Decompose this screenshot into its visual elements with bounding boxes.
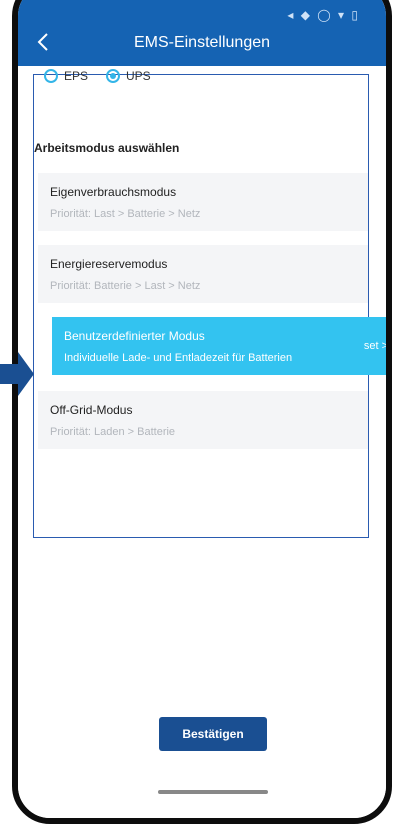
- section-heading: Arbeitsmodus auswählen: [34, 141, 180, 155]
- radio-eps[interactable]: EPS: [44, 69, 88, 83]
- mode-name: Off-Grid-Modus: [50, 403, 133, 417]
- eps-ups-toggle: EPS UPS: [44, 69, 151, 83]
- confirm-button[interactable]: Bestätigen: [159, 717, 267, 751]
- mode-name: Eigenverbrauchsmodus: [50, 185, 177, 199]
- radio-circle-icon: [44, 69, 58, 83]
- radio-circle-selected-icon: [106, 69, 121, 83]
- app-header: ◂ ◆ ◯ ▾ ▯ EMS-Einstellungen: [18, 0, 386, 66]
- mode-name: Benutzerdefinierter Modus: [64, 329, 205, 343]
- bottom-area: [18, 524, 386, 818]
- mode-name: Energiereservemodus: [50, 257, 168, 271]
- settings-panel: EPS UPS Arbeitsmodus auswählen Eigenverb…: [33, 69, 386, 538]
- mode-description: Priorität: Laden > Batterie: [50, 426, 176, 438]
- mode-card-self-consumption[interactable]: Eigenverbrauchsmodus Priorität: Last > B…: [38, 173, 368, 231]
- mode-card-off-grid[interactable]: Off-Grid-Modus Priorität: Laden > Batter…: [38, 391, 368, 449]
- radio-label: UPS: [126, 69, 151, 83]
- radio-ups[interactable]: UPS: [106, 69, 151, 83]
- mode-card-energy-reserve[interactable]: Energiereservemodus Priorität: Batterie …: [38, 245, 368, 303]
- home-indicator: [158, 790, 268, 794]
- mode-description: Priorität: Last > Batterie > Netz: [50, 208, 201, 220]
- mode-card-custom[interactable]: Benutzerdefinierter Modus Individuelle L…: [52, 317, 386, 375]
- mode-description: Individuelle Lade- und Entladezeit für B…: [64, 352, 293, 364]
- phone-frame: ◂ ◆ ◯ ▾ ▯ EMS-Einstellungen EPS UPS Arbe…: [12, 0, 392, 824]
- radio-label: EPS: [64, 69, 89, 83]
- pointer-arrow-icon: [0, 352, 34, 396]
- mode-description: Priorität: Batterie > Last > Netz: [50, 280, 201, 292]
- page-title: EMS-Einstellungen: [133, 34, 271, 51]
- status-bar-icons: ◂ ◆ ◯ ▾ ▯: [287, 8, 360, 22]
- set-link[interactable]: set >: [364, 340, 386, 352]
